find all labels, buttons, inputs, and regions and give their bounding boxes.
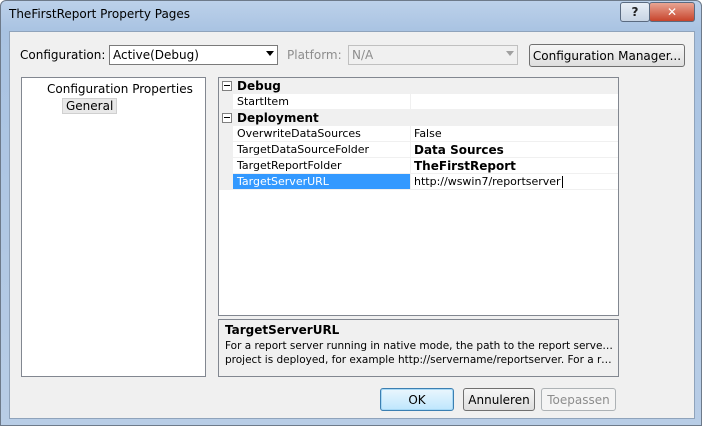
row-gutter bbox=[219, 126, 233, 142]
help-icon: ? bbox=[631, 5, 639, 19]
text-caret bbox=[561, 176, 563, 188]
platform-label: Platform: bbox=[287, 48, 342, 62]
chevron-down-icon bbox=[506, 51, 514, 56]
configuration-dropdown[interactable]: Active(Debug) bbox=[109, 45, 278, 65]
property-name: TargetServerURL bbox=[233, 174, 411, 190]
configuration-manager-label: Configuration Manager... bbox=[532, 48, 682, 63]
property-grid: Debug StartItem Deployment OverwriteData… bbox=[218, 77, 619, 316]
apply-button: Toepassen bbox=[541, 388, 616, 411]
ok-label: OK bbox=[408, 392, 426, 407]
row-gutter bbox=[219, 158, 233, 174]
window-title: TheFirstReport Property Pages bbox=[9, 7, 191, 21]
tree-item-configuration-properties[interactable]: Configuration Properties bbox=[47, 82, 193, 96]
property-name: TargetDataSourceFolder bbox=[233, 142, 411, 158]
category-deployment[interactable]: Deployment bbox=[219, 110, 618, 126]
property-value[interactable]: TheFirstReport bbox=[411, 158, 618, 174]
collapse-icon[interactable] bbox=[222, 113, 232, 123]
configuration-manager-button[interactable]: Configuration Manager... bbox=[529, 44, 685, 67]
dialog-body: Configuration: Active(Debug) Platform: N… bbox=[9, 31, 695, 419]
platform-value: N/A bbox=[352, 48, 374, 62]
property-row-startitem[interactable]: StartItem bbox=[219, 94, 618, 110]
property-row-overwritedatasources[interactable]: OverwriteDataSources False bbox=[219, 126, 618, 142]
property-name: TargetReportFolder bbox=[233, 158, 411, 174]
category-label: Deployment bbox=[237, 111, 319, 125]
property-row-targetdatasourcefolder[interactable]: TargetDataSourceFolder Data Sources bbox=[219, 142, 618, 158]
help-button[interactable]: ? bbox=[620, 2, 650, 22]
property-value[interactable]: Data Sources bbox=[411, 142, 618, 158]
chevron-down-icon bbox=[266, 51, 274, 56]
description-panel: TargetServerURL For a report server runn… bbox=[218, 319, 619, 377]
title-bar[interactable]: TheFirstReport Property Pages ? ✕ bbox=[1, 1, 701, 31]
platform-dropdown: N/A bbox=[348, 45, 518, 65]
property-value[interactable] bbox=[411, 94, 618, 110]
property-row-targetreportfolder[interactable]: TargetReportFolder TheFirstReport bbox=[219, 158, 618, 174]
property-row-targetserverurl[interactable]: TargetServerURL http://wswin7/reportserv… bbox=[219, 174, 618, 190]
close-button[interactable]: ✕ bbox=[649, 2, 695, 22]
description-line: For a report server running in native mo… bbox=[225, 340, 615, 352]
property-value-editor[interactable]: http://wswin7/reportserver bbox=[411, 174, 618, 190]
cancel-button[interactable]: Annuleren bbox=[463, 388, 535, 411]
configuration-value: Active(Debug) bbox=[113, 48, 199, 62]
close-icon: ✕ bbox=[666, 5, 678, 19]
row-gutter bbox=[219, 142, 233, 158]
row-gutter bbox=[219, 174, 233, 190]
category-debug[interactable]: Debug bbox=[219, 78, 618, 94]
collapse-icon[interactable] bbox=[222, 81, 232, 91]
property-value: http://wswin7/reportserver bbox=[414, 175, 561, 188]
apply-label: Toepassen bbox=[547, 392, 610, 407]
cancel-label: Annuleren bbox=[468, 392, 530, 407]
property-name: OverwriteDataSources bbox=[233, 126, 411, 142]
tree-item-general[interactable]: General bbox=[62, 98, 118, 114]
settings-tree: Configuration Properties General bbox=[21, 77, 206, 377]
description-text: For a report server running in native mo… bbox=[225, 339, 615, 367]
ok-button[interactable]: OK bbox=[380, 388, 454, 411]
configuration-label: Configuration: bbox=[20, 48, 106, 62]
property-value[interactable]: False bbox=[411, 126, 618, 142]
description-title: TargetServerURL bbox=[225, 323, 340, 337]
row-gutter bbox=[219, 94, 233, 110]
category-label: Debug bbox=[237, 79, 281, 93]
property-pages-window: TheFirstReport Property Pages ? ✕ Config… bbox=[0, 0, 702, 426]
property-name: StartItem bbox=[233, 94, 411, 110]
description-line: project is deployed, for example http://… bbox=[225, 354, 615, 366]
